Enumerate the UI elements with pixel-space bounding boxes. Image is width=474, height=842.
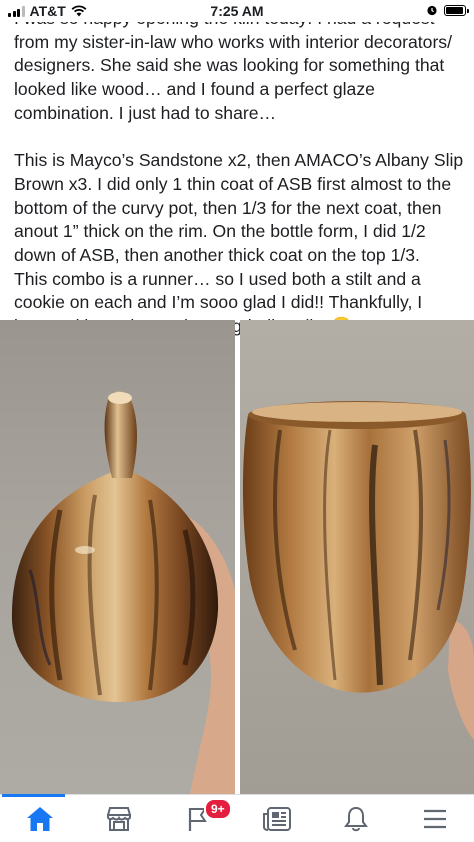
- home-icon: [26, 806, 53, 831]
- post-paragraph-1: I was so happy opening the kiln today! I…: [14, 8, 452, 123]
- tab-menu[interactable]: [395, 795, 474, 842]
- pot-photo[interactable]: [240, 320, 474, 794]
- clock: 7:25 AM: [210, 3, 264, 19]
- alarm-icon: [427, 5, 437, 16]
- tab-news[interactable]: [237, 795, 316, 842]
- bottom-tab-bar: 9+: [0, 794, 474, 842]
- marketplace-icon: [106, 806, 131, 831]
- post-paragraph-2: This is Mayco’s Sandstone x2, then AMACO…: [14, 150, 464, 266]
- battery-fill: [446, 6, 464, 14]
- status-right: [426, 4, 469, 16]
- bottle-vase-image: [11, 391, 235, 794]
- tab-home[interactable]: [0, 794, 79, 842]
- menu-icon: [423, 809, 446, 828]
- tab-notifications[interactable]: [316, 795, 395, 842]
- post-photos: [0, 320, 474, 794]
- news-icon: [262, 806, 291, 831]
- battery-icon: [444, 4, 469, 16]
- tab-pages[interactable]: 9+: [158, 795, 237, 842]
- status-bar: AT&T 7:25 AM: [0, 0, 474, 22]
- bottle-photo[interactable]: [0, 320, 235, 794]
- bell-icon: [343, 806, 368, 831]
- tab-marketplace[interactable]: [79, 795, 158, 842]
- notifications-count-badge: 9+: [204, 798, 232, 820]
- post-body: I was so happy opening the kiln today! I…: [14, 7, 466, 339]
- curvy-pot-image: [243, 401, 474, 740]
